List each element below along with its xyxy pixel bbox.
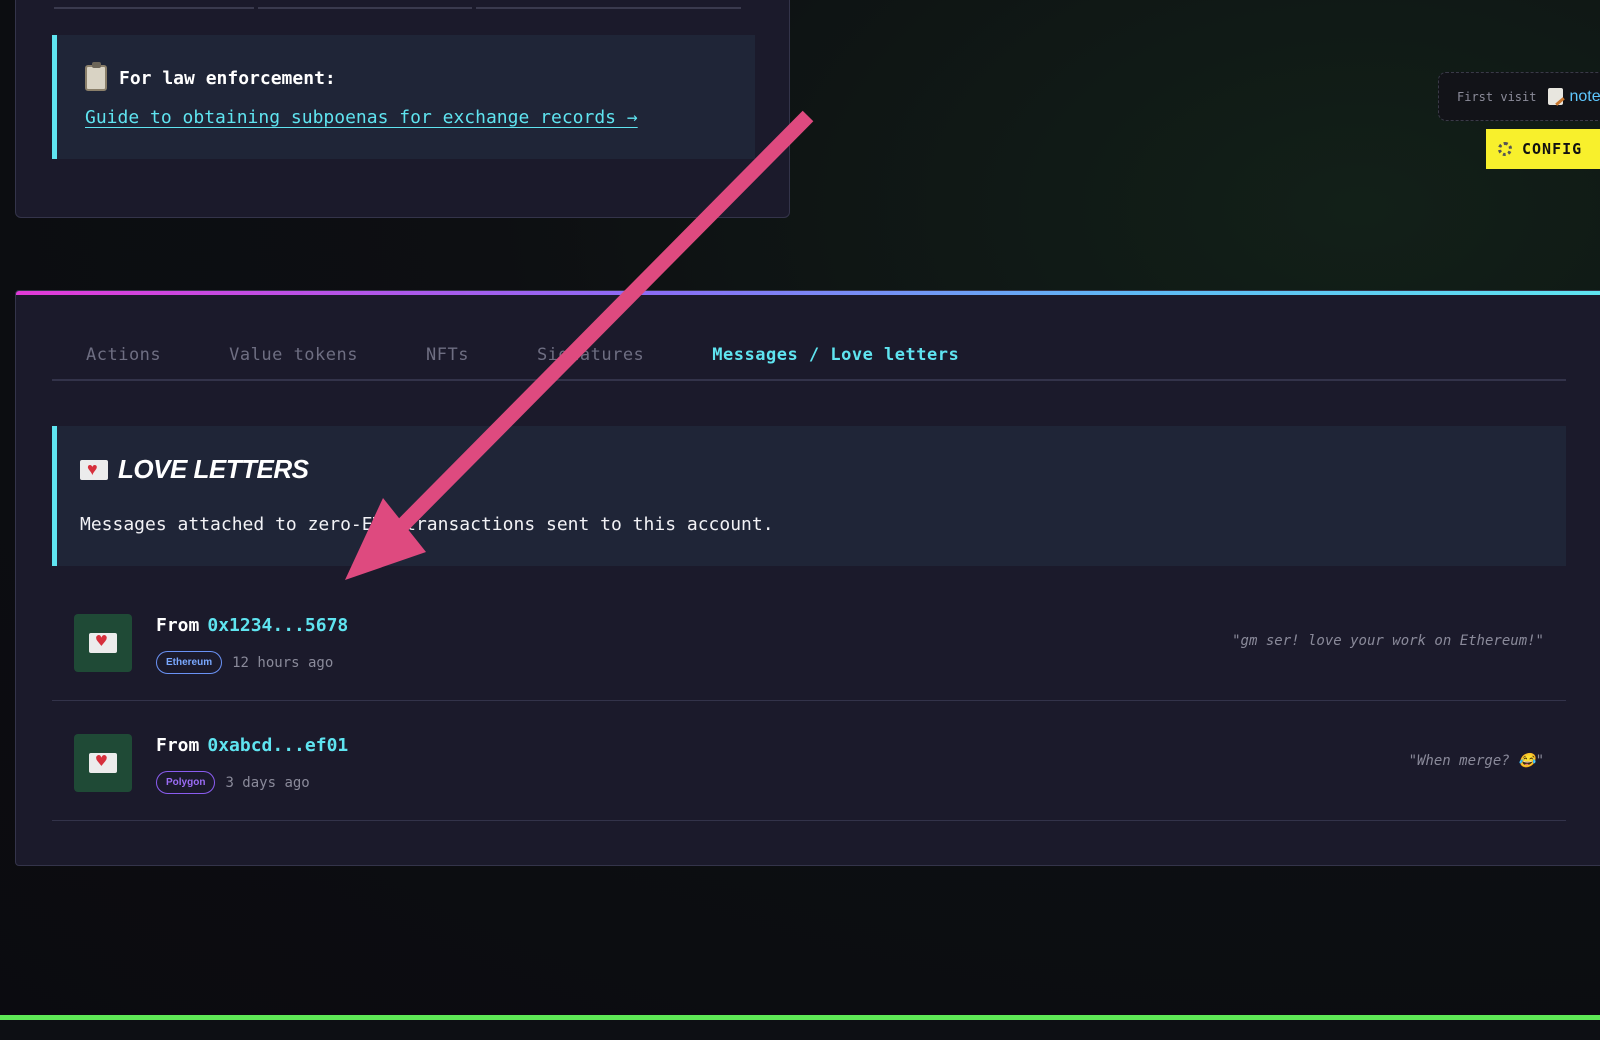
message-row: From 0xabcd...ef01 Polygon 3 days ago "Wh… [52,701,1566,821]
tab-nfts[interactable]: NFTs [392,337,503,373]
messages-panel: Actions Value tokens NFTs Signatures Mes… [15,290,1600,866]
love-letters-title-text: LOVE LETTERS [118,454,309,484]
config-label: CONFIG [1522,140,1583,158]
love-letter-icon [89,631,117,653]
bottom-bar [0,1020,1600,1040]
chain-badge: Ethereum [156,651,223,674]
sender-address-link[interactable]: 0x1234...5678 [207,615,348,636]
law-enforcement-box: For law enforcement: Guide to obtaining … [52,35,755,159]
message-from: From 0xabcd...ef01 [156,735,348,756]
message-text: "When merge? 😂" [1408,753,1544,769]
note-link[interactable]: note [1548,88,1600,106]
love-letter-icon [80,458,108,480]
tab-value-tokens[interactable]: Value tokens [195,337,392,373]
tab-signatures[interactable]: Signatures [503,337,678,373]
panel-accent-bar [16,291,1600,295]
message-avatar [74,734,132,792]
note-label: note [1569,87,1600,105]
from-label: From [156,615,200,636]
message-avatar [74,614,132,672]
memo-icon [1548,88,1564,105]
first-visit-label: First visit [1457,89,1537,104]
message-time: 12 hours ago [232,654,334,671]
message-meta: Polygon 3 days ago [156,771,310,794]
love-letters-header: LOVE LETTERS Messages attached to zero-E… [52,426,1566,566]
message-meta: Ethereum 12 hours ago [156,651,333,674]
message-row: From0x1234...5678 Ethereum 12 hours ago … [52,581,1566,701]
love-letters-title: LOVE LETTERS [80,454,309,485]
chain-badge: Polygon [156,771,216,794]
law-enforcement-card: For law enforcement: Guide to obtaining … [15,0,790,218]
tab-bar: Actions Value tokens NFTs Signatures Mes… [52,331,1566,381]
first-visit-widget: First visit note [1438,72,1600,121]
from-label: From [156,735,200,756]
config-button[interactable]: CONFIG [1486,129,1600,169]
message-time: 3 days ago [225,774,310,791]
love-letter-icon [89,751,117,773]
subpoena-guide-link[interactable]: Guide to obtaining subpoenas for exchang… [85,107,638,128]
tab-messages-love-letters[interactable]: Messages / Love letters [678,337,993,373]
tab-actions[interactable]: Actions [52,337,195,373]
clipboard-icon [85,62,107,91]
law-enforcement-title: For law enforcement: [85,62,336,91]
gear-icon [1498,142,1512,156]
law-enforcement-title-text: For law enforcement: [119,67,336,89]
top-card-divider [54,7,754,9]
message-text: "gm ser! love your work on Ethereum!" [1232,633,1544,649]
sender-address-link[interactable]: 0xabcd...ef01 [207,735,348,756]
message-from: From 0x1234...5678 [156,615,348,636]
love-letters-description: Messages attached to zero-ETH transactio… [80,514,774,535]
